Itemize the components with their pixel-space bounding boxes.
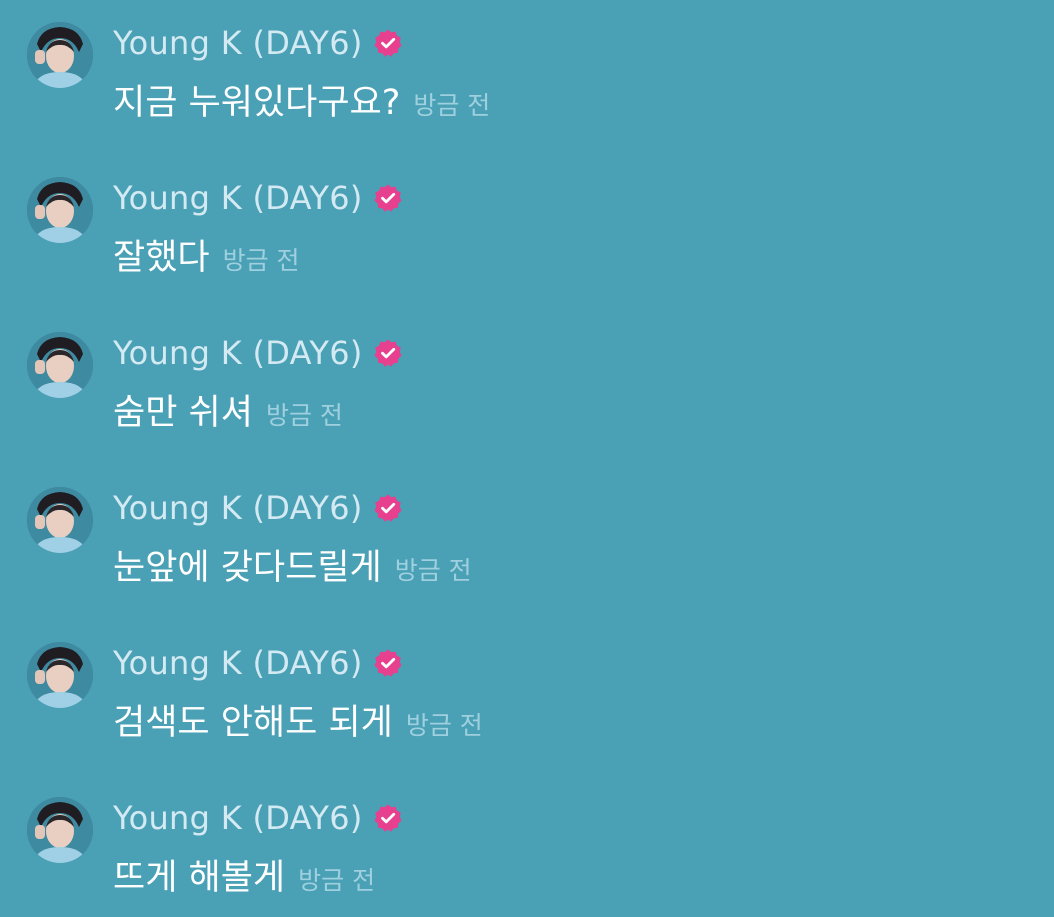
- profile-photo: [27, 487, 93, 553]
- message-timestamp: 방금 전: [222, 246, 300, 275]
- sender-avatar[interactable]: [27, 797, 93, 863]
- sender-name[interactable]: Young K (DAY6): [113, 798, 363, 838]
- sender-avatar[interactable]: [27, 22, 93, 88]
- message-row: 잘했다 방금 전: [113, 235, 300, 281]
- sender-row: Young K (DAY6): [113, 643, 403, 683]
- message-text: 숨만 쉬셔: [113, 393, 253, 433]
- profile-photo: [27, 332, 93, 398]
- sender-name[interactable]: Young K (DAY6): [113, 178, 363, 218]
- message-text: 눈앞에 갖다드릴게: [113, 548, 382, 588]
- message-row: 검색도 안해도 되게 방금 전: [113, 700, 483, 746]
- message-row: 눈앞에 갖다드릴게 방금 전: [113, 545, 472, 591]
- sender-avatar[interactable]: [27, 177, 93, 243]
- message-text: 검색도 안해도 되게: [113, 703, 393, 743]
- chat-message[interactable]: Young K (DAY6) 검색도 안해도 되게 방금 전: [0, 620, 1054, 760]
- chat-message[interactable]: Young K (DAY6) 눈앞에 갖다드릴게 방금 전: [0, 465, 1054, 605]
- chat-message[interactable]: Young K (DAY6) 숨만 쉬셔 방금 전: [0, 310, 1054, 450]
- message-timestamp: 방금 전: [298, 866, 376, 895]
- message-text: 지금 누워있다구요?: [113, 83, 401, 123]
- verified-badge-icon: [374, 649, 402, 677]
- message-timestamp: 방금 전: [265, 401, 343, 430]
- profile-photo: [27, 177, 93, 243]
- sender-avatar[interactable]: [27, 642, 93, 708]
- message-row: 지금 누워있다구요? 방금 전: [113, 80, 490, 126]
- message-timestamp: 방금 전: [405, 711, 483, 740]
- sender-name[interactable]: Young K (DAY6): [113, 488, 363, 528]
- verified-badge-icon: [374, 184, 402, 212]
- verified-badge-icon: [374, 804, 402, 832]
- sender-row: Young K (DAY6): [113, 178, 403, 218]
- chat-message[interactable]: Young K (DAY6) 지금 누워있다구요? 방금 전: [0, 0, 1054, 140]
- profile-photo: [27, 642, 93, 708]
- profile-photo: [27, 22, 93, 88]
- verified-badge-icon: [374, 339, 402, 367]
- sender-row: Young K (DAY6): [113, 488, 403, 528]
- message-text: 잘했다: [113, 238, 210, 278]
- message-text: 뜨게 해볼게: [113, 858, 286, 898]
- chat-message[interactable]: Young K (DAY6) 뜨게 해볼게 방금 전: [0, 775, 1054, 915]
- sender-name[interactable]: Young K (DAY6): [113, 643, 363, 683]
- message-timestamp: 방금 전: [413, 91, 491, 120]
- verified-badge-icon: [374, 29, 402, 57]
- message-row: 숨만 쉬셔 방금 전: [113, 390, 343, 436]
- chat-message[interactable]: Young K (DAY6) 잘했다 방금 전: [0, 155, 1054, 295]
- message-timestamp: 방금 전: [394, 556, 472, 585]
- profile-photo: [27, 797, 93, 863]
- message-row: 뜨게 해볼게 방금 전: [113, 855, 375, 901]
- sender-name[interactable]: Young K (DAY6): [113, 333, 363, 373]
- sender-avatar[interactable]: [27, 487, 93, 553]
- chat-message-list: Young K (DAY6) 지금 누워있다구요? 방금 전 Young K (…: [0, 0, 1054, 917]
- sender-row: Young K (DAY6): [113, 333, 403, 373]
- verified-badge-icon: [374, 494, 402, 522]
- sender-row: Young K (DAY6): [113, 23, 403, 63]
- sender-row: Young K (DAY6): [113, 798, 403, 838]
- sender-avatar[interactable]: [27, 332, 93, 398]
- sender-name[interactable]: Young K (DAY6): [113, 23, 363, 63]
